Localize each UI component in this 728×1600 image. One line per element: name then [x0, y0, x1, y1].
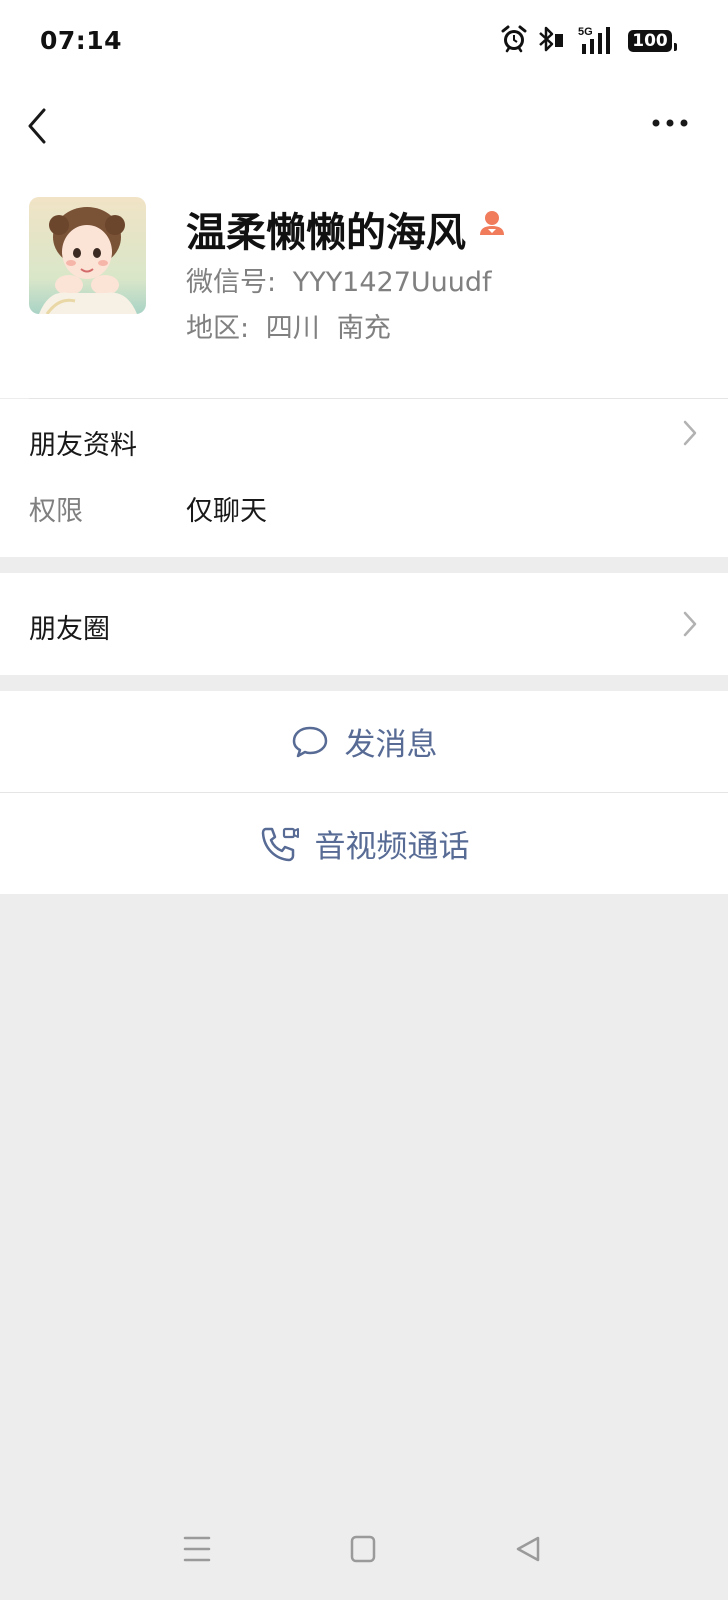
permission-label: 权限	[29, 496, 83, 527]
signal-icon: 5G	[578, 26, 610, 54]
top-nav	[0, 86, 728, 166]
moments-row[interactable]: 朋友圈	[0, 573, 728, 675]
region-label: 地区:	[186, 313, 250, 344]
region-value: 四川 南充	[265, 313, 391, 344]
permission-value: 仅聊天	[186, 496, 267, 527]
region-row: 地区: 四川 南充	[186, 306, 391, 345]
chevron-right-icon	[683, 420, 697, 446]
menu-icon[interactable]	[183, 1534, 211, 1564]
home-icon[interactable]	[349, 1534, 377, 1564]
action-section: 发消息 音视频通话	[0, 691, 728, 894]
alarm-icon	[501, 25, 527, 53]
wechat-id-value: YYY1427Uuudf	[292, 267, 492, 298]
back-button[interactable]	[18, 104, 58, 148]
more-dots-icon	[652, 119, 688, 127]
wechat-id-label: 微信号:	[186, 267, 277, 298]
phone-video-icon	[261, 827, 299, 861]
battery-level: 100	[632, 31, 668, 51]
female-icon	[480, 211, 504, 235]
more-button[interactable]	[648, 108, 692, 138]
status-time: 07:14	[40, 26, 123, 55]
profile-header: 温柔懒懒的海风 微信号: YYY1427Uuudf 地区: 四川 南充	[0, 166, 728, 398]
back-nav-icon[interactable]	[514, 1534, 542, 1564]
wechat-id-row: 微信号: YYY1427Uuudf	[186, 260, 492, 299]
friend-info-row[interactable]: 朋友资料 权限 仅聊天	[0, 399, 728, 557]
network-label: 5G	[578, 26, 593, 38]
av-call-label: 音视频通话	[314, 829, 470, 865]
status-bar: 07:14 5G 100	[0, 0, 728, 86]
send-message-label: 发消息	[344, 727, 438, 763]
profile-name: 温柔懒懒的海风	[186, 210, 466, 256]
chevron-left-icon	[28, 108, 46, 144]
av-call-button[interactable]: 音视频通话	[0, 793, 728, 894]
avatar[interactable]	[29, 197, 146, 314]
send-message-button[interactable]: 发消息	[0, 691, 728, 793]
friend-info-title: 朋友资料	[29, 430, 137, 461]
chat-bubble-icon	[292, 726, 327, 757]
status-icons: 5G 100	[500, 24, 677, 60]
battery-icon: 100	[628, 30, 677, 52]
bluetooth-icon	[539, 26, 563, 52]
moments-title: 朋友圈	[29, 614, 110, 645]
avatar-image	[29, 197, 146, 314]
system-nav-bar	[0, 1520, 728, 1600]
chevron-right-icon	[683, 611, 697, 637]
